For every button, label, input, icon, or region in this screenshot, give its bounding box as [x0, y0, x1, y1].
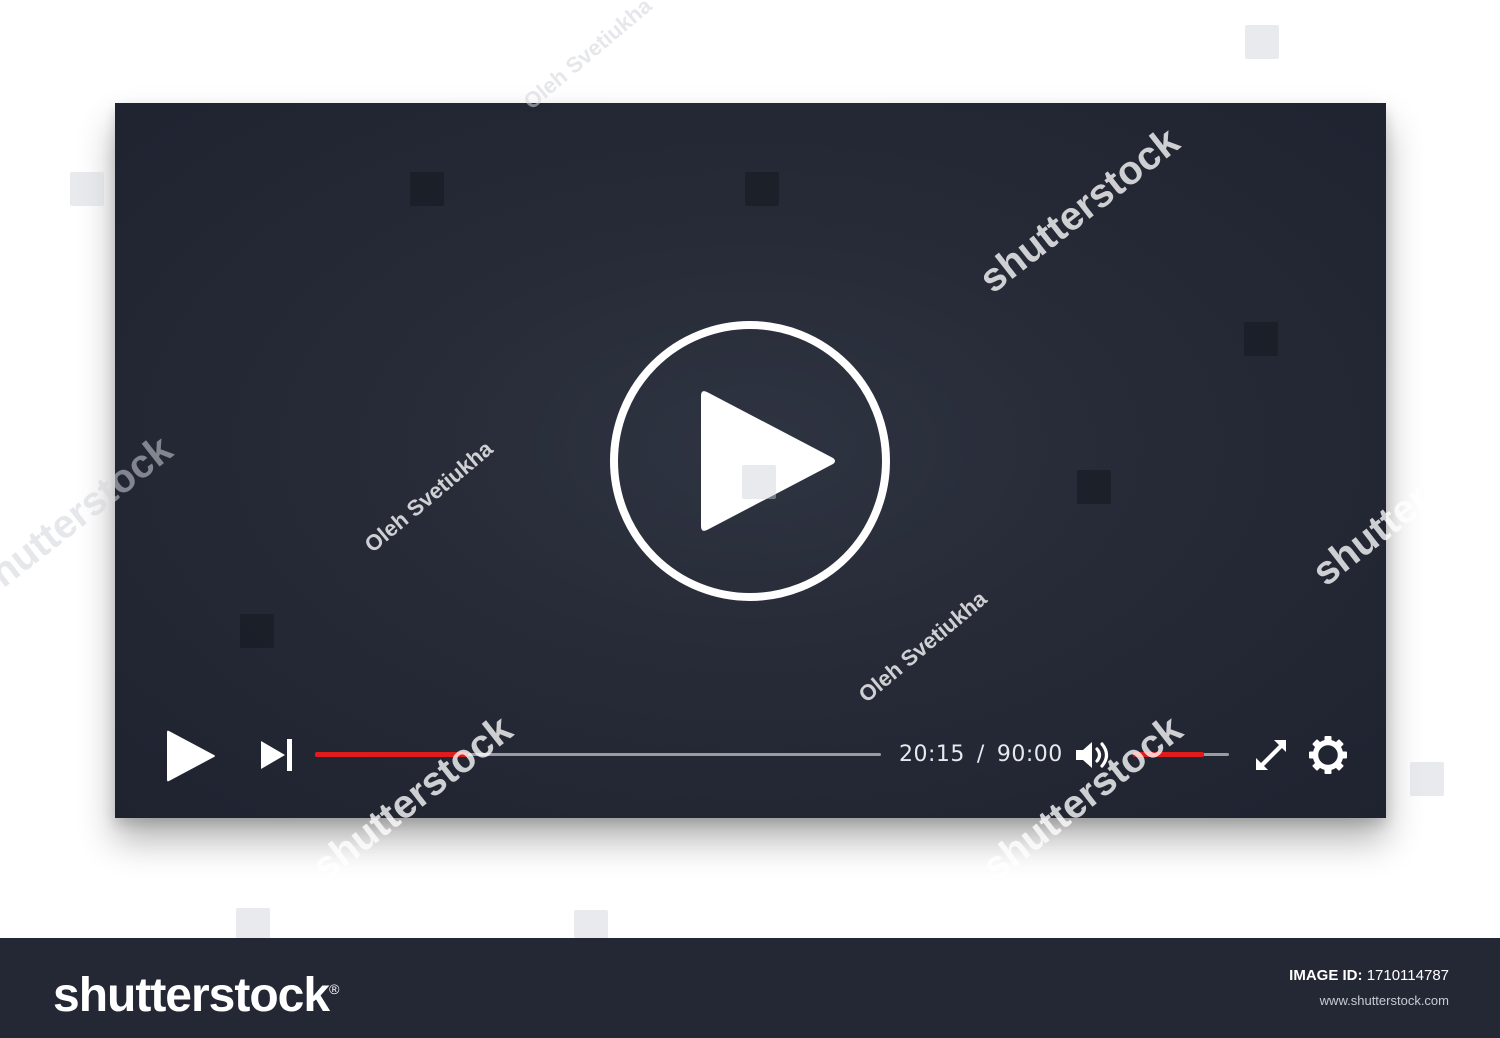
fullscreen-button[interactable]	[1254, 738, 1288, 772]
gear-icon	[1309, 736, 1347, 774]
seek-bar[interactable]	[315, 749, 881, 761]
watermark-stock-mark	[236, 908, 270, 942]
footer-logo: shutterstock®	[53, 964, 339, 1022]
footer-brand-name: shutterstock	[53, 969, 330, 1022]
watermark-stock-mark	[70, 172, 104, 206]
image-id-label: IMAGE ID:	[1289, 967, 1363, 984]
next-button[interactable]	[259, 739, 295, 771]
registered-symbol: ®	[329, 981, 339, 997]
volume-level	[1133, 752, 1205, 757]
watermark-author: Oleh Svetiukha	[518, 0, 657, 115]
skip-next-icon	[261, 739, 292, 771]
play-triangle-icon	[701, 391, 835, 531]
time-display: 20:15 / 90:00	[899, 739, 1063, 771]
current-time: 20:15	[899, 742, 965, 767]
volume-icon	[1076, 742, 1109, 768]
play-icon	[167, 730, 215, 782]
play-button[interactable]	[165, 728, 217, 784]
total-time: 90:00	[996, 742, 1063, 767]
time-separator: /	[976, 742, 985, 767]
seek-progress	[315, 752, 468, 757]
image-id-value: 1710114787	[1366, 967, 1449, 984]
volume-slider[interactable]	[1133, 749, 1229, 761]
watermark-stock-mark	[1410, 762, 1444, 796]
watermark-stock-mark	[1245, 25, 1279, 59]
video-player[interactable]: 20:15 / 90:00	[115, 103, 1386, 818]
settings-button[interactable]	[1308, 735, 1348, 775]
site-url: www.shutterstock.com	[1319, 993, 1449, 1008]
volume-button[interactable]	[1075, 739, 1113, 771]
fullscreen-icon	[1256, 740, 1286, 770]
image-id: IMAGE ID: 1710114787	[1289, 967, 1449, 984]
big-play-button[interactable]	[609, 320, 891, 602]
footer-bar: shutterstock® IMAGE ID: 1710114787 www.s…	[0, 938, 1500, 1038]
